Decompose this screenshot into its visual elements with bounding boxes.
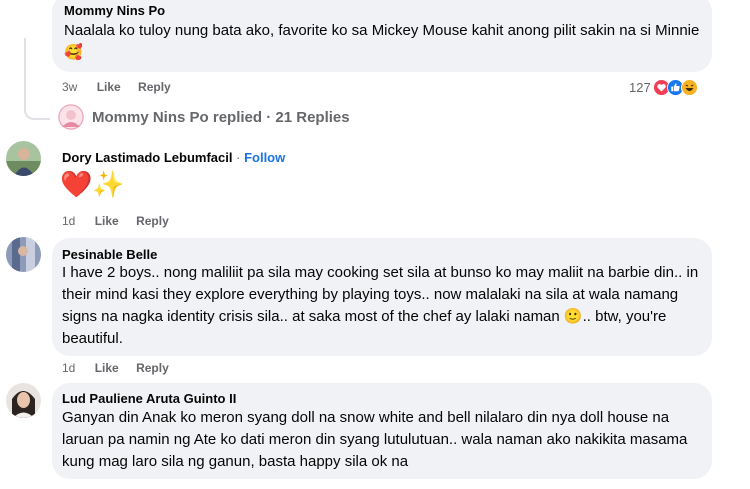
comment-author[interactable]: Mommy Nins Po xyxy=(64,3,165,18)
emoji: 🥰 xyxy=(64,44,83,61)
comment-text-body: Naalala ko tuloy nung bata ako, favorite… xyxy=(64,22,700,39)
avatar[interactable] xyxy=(6,237,41,272)
comment-text: I have 2 boys.. nong maliliit pa sila ma… xyxy=(62,262,707,350)
comment-author[interactable]: Dory Lastimado Lebumfacil xyxy=(62,150,232,165)
comment-text: Naalala ko tuloy nung bata ako, favorite… xyxy=(64,20,704,64)
replies-verb: replied xyxy=(212,109,263,126)
comment-author[interactable]: Pesinable Belle xyxy=(62,247,157,262)
reaction-count: 127 xyxy=(629,80,651,95)
avatar[interactable] xyxy=(6,141,41,176)
thread-line xyxy=(24,38,26,104)
comment-text: Ganyan din Anak ko meron syang doll na s… xyxy=(62,409,688,470)
replies-author: Mommy Nins Po xyxy=(92,109,209,126)
like-button[interactable]: Like xyxy=(97,80,121,94)
comment-actions: 1d Like Reply xyxy=(62,214,169,228)
avatar[interactable] xyxy=(6,383,41,418)
comment-actions: 1d Like Reply xyxy=(62,361,169,375)
comment-author-row: Dory Lastimado Lebumfacil · Follow xyxy=(62,150,285,165)
emoji: 🙂 xyxy=(563,308,583,325)
view-replies-link[interactable]: Mommy Nins Po replied · 21 Replies xyxy=(92,109,350,126)
replies-count: 21 Replies xyxy=(275,109,350,126)
thread-connector xyxy=(24,104,50,120)
comment-time[interactable]: 1d xyxy=(62,361,75,375)
avatar[interactable] xyxy=(58,104,84,130)
reply-button[interactable]: Reply xyxy=(138,80,171,94)
reply-button[interactable]: Reply xyxy=(136,361,169,375)
like-button[interactable]: Like xyxy=(95,214,119,228)
emoji: ❤️✨ xyxy=(60,169,125,199)
like-button[interactable]: Like xyxy=(95,361,119,375)
comment-author[interactable]: Lud Pauliene Aruta Guinto II xyxy=(62,391,236,406)
reaction-summary[interactable]: 127 xyxy=(629,79,698,96)
reply-button[interactable]: Reply xyxy=(136,214,169,228)
comment-time[interactable]: 1d xyxy=(62,214,75,228)
comment-actions: 3w Like Reply xyxy=(62,80,171,94)
comment-time[interactable]: 3w xyxy=(62,80,77,94)
haha-reaction-icon xyxy=(680,79,698,96)
separator: · xyxy=(236,150,241,165)
replies-separator: · xyxy=(266,109,272,126)
follow-button[interactable]: Follow xyxy=(244,150,285,165)
